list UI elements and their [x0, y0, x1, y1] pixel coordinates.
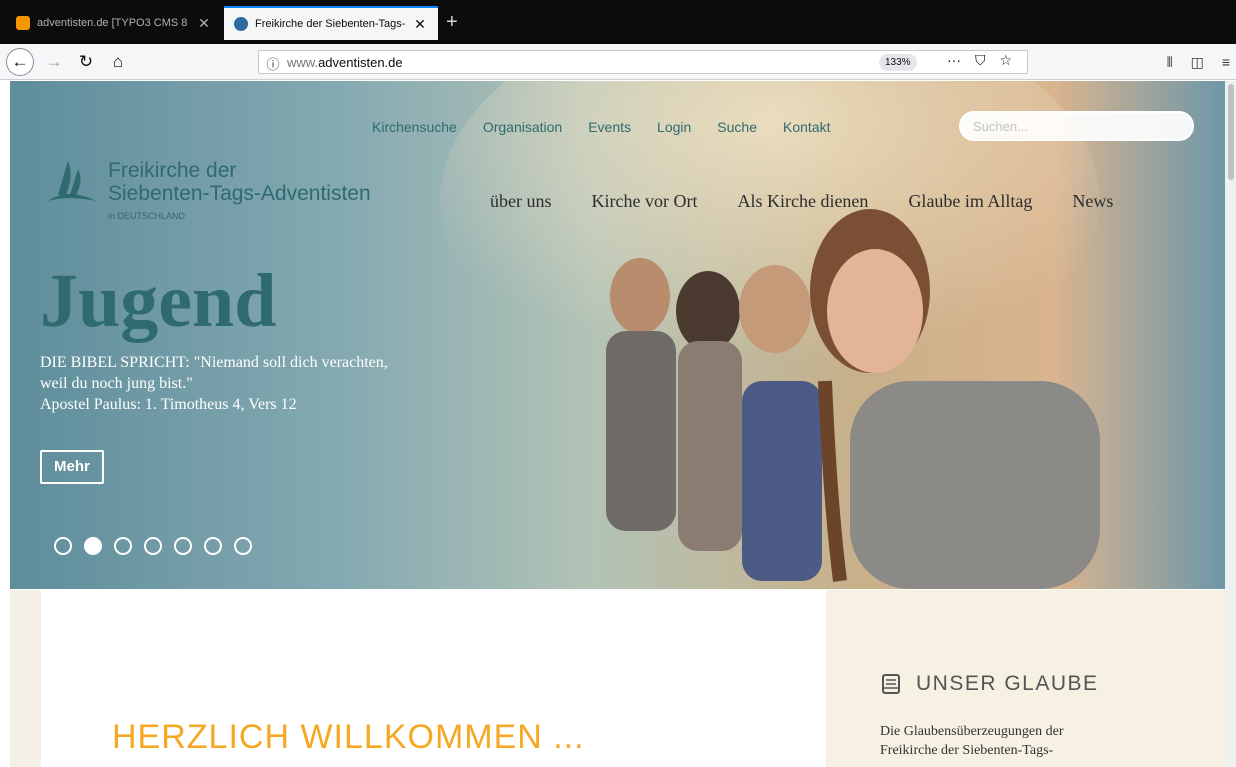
nav-organisation[interactable]: Organisation — [483, 119, 562, 135]
sidebar-toggle-icon[interactable]: ◫ — [1191, 48, 1204, 76]
nav-ueber-uns[interactable]: über uns — [490, 191, 552, 212]
nav-kirchensuche[interactable]: Kirchensuche — [372, 119, 457, 135]
menu-icon[interactable]: ≡ — [1222, 48, 1230, 76]
nav-toolbar: ← → ↻ ⌂ ⓘ www.adventisten.de 133% ··· ⛉ … — [0, 44, 1236, 80]
url-bar[interactable]: ⓘ www.adventisten.de 133% ··· ⛉ ☆ — [258, 50, 1028, 74]
more-button[interactable]: Mehr — [40, 450, 104, 484]
top-nav: Kirchensuche Organisation Events Login S… — [372, 119, 856, 135]
book-icon — [882, 674, 900, 694]
close-icon[interactable]: ✕ — [196, 15, 212, 32]
slide-dot-5[interactable] — [174, 537, 192, 555]
hero-quote: DIE BIBEL SPRICHT: "Niemand soll dich ve… — [40, 354, 388, 413]
nav-suche[interactable]: Suche — [717, 119, 757, 135]
slide-dot-7[interactable] — [234, 537, 252, 555]
welcome-heading: HERZLICH WILLKOMMEN ... — [112, 718, 585, 756]
nav-als-kirche-dienen[interactable]: Als Kirche dienen — [737, 191, 868, 212]
back-button[interactable]: ← — [6, 48, 34, 76]
site-logo[interactable]: Freikirche der Siebenten-Tags-Adventiste… — [38, 155, 418, 231]
info-icon[interactable]: ⓘ — [265, 54, 281, 72]
home-button[interactable]: ⌂ — [104, 48, 132, 76]
tab-typo3[interactable]: adventisten.de [TYPO3 CMS 8 ✕ — [6, 6, 222, 40]
sidebar-title: UNSER GLAUBE — [880, 672, 1099, 696]
main-nav: über uns Kirche vor Ort Als Kirche diene… — [490, 191, 1113, 212]
tab-adventisten[interactable]: Freikirche der Siebenten-Tags- ✕ — [224, 6, 438, 40]
left-margin — [10, 590, 41, 767]
logo-name: Freikirche der Siebenten-Tags-Adventiste… — [108, 159, 371, 205]
slider-dots — [54, 537, 252, 555]
nav-glaube-im-alltag[interactable]: Glaube im Alltag — [908, 191, 1032, 212]
slide-dot-6[interactable] — [204, 537, 222, 555]
library-icon[interactable]: ⫴ — [1167, 48, 1173, 76]
typo3-favicon-icon — [16, 16, 30, 30]
search-box[interactable] — [959, 111, 1194, 141]
slide-dot-4[interactable] — [144, 537, 162, 555]
forward-button[interactable]: → — [40, 48, 68, 76]
page-actions-button[interactable]: ··· — [947, 52, 961, 69]
new-tab-button[interactable]: + — [446, 10, 458, 34]
tab-strip: adventisten.de [TYPO3 CMS 8 ✕ Freikirche… — [0, 0, 1236, 44]
adventist-logo-icon — [48, 161, 96, 201]
tab-title: Freikirche der Siebenten-Tags- — [255, 18, 406, 30]
tab-title: adventisten.de [TYPO3 CMS 8 — [37, 17, 188, 29]
page-scrollbar[interactable] — [1225, 81, 1236, 767]
close-icon[interactable]: ✕ — [412, 16, 428, 33]
nav-kontakt[interactable]: Kontakt — [783, 119, 830, 135]
nav-login[interactable]: Login — [657, 119, 691, 135]
nav-kirche-vor-ort[interactable]: Kirche vor Ort — [592, 191, 698, 212]
logo-subtitle: in DEUTSCHLAND — [108, 211, 186, 221]
site-favicon-icon — [234, 17, 248, 31]
bookmark-star-icon[interactable]: ☆ — [1000, 52, 1013, 69]
sidebar-text: Die Glaubensüberzeugungen der Freikirche… — [880, 724, 1064, 758]
search-input[interactable] — [961, 113, 1192, 139]
slide-dot-3[interactable] — [114, 537, 132, 555]
slide-dot-1[interactable] — [54, 537, 72, 555]
scrollbar-thumb[interactable] — [1228, 84, 1234, 180]
url-text[interactable]: www.adventisten.de — [287, 55, 403, 70]
zoom-badge[interactable]: 133% — [879, 54, 917, 71]
nav-events[interactable]: Events — [588, 119, 631, 135]
nav-news[interactable]: News — [1072, 191, 1113, 212]
slide-dot-2[interactable] — [84, 537, 102, 555]
pocket-icon[interactable]: ⛉ — [975, 52, 986, 69]
reload-button[interactable]: ↻ — [72, 48, 100, 76]
hero-slider: Kirchensuche Organisation Events Login S… — [10, 81, 1225, 589]
hero-heading: Jugend — [40, 259, 277, 343]
